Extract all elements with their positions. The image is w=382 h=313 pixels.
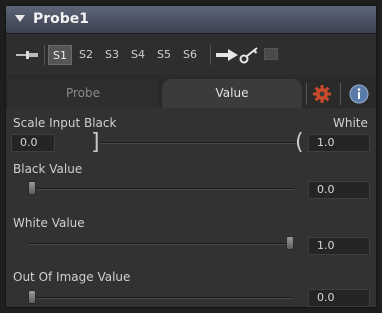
slot-s1[interactable]: S1 [48, 45, 72, 65]
triangle-down-icon[interactable] [15, 15, 25, 22]
tool-panel: Probe1 S1 S2 S3 S4 S5 S6 Probe Value Sca… [5, 5, 377, 308]
toolbar-divider [210, 45, 211, 65]
range-white-handle[interactable]: ( [295, 132, 304, 154]
slot-s5[interactable]: S5 [152, 45, 176, 65]
scale-input-black-label: Scale Input Black [13, 116, 117, 130]
white-value-slider-track[interactable] [28, 243, 294, 245]
out-of-image-value-slider-handle[interactable] [28, 290, 36, 304]
black-value-slider-track[interactable] [28, 188, 294, 190]
tool-title: Probe1 [33, 11, 90, 27]
arrow-right-icon[interactable] [216, 49, 238, 61]
tab-divider [340, 83, 341, 105]
scale-input-white-label: White [333, 116, 368, 130]
scale-input-white-field[interactable]: 1.0 [308, 134, 370, 152]
slot-s2[interactable]: S2 [74, 45, 98, 65]
slot-s6[interactable]: S6 [178, 45, 202, 65]
slot-s4[interactable]: S4 [126, 45, 150, 65]
value-tab-content: Scale Input Black White 0.0 ] ( 1.0 Blac… [6, 108, 376, 307]
out-of-image-value-label: Out Of Image Value [13, 270, 131, 284]
tool-header[interactable]: Probe1 [6, 6, 376, 34]
scale-input-black-field[interactable]: 0.0 [11, 134, 55, 152]
black-value-field[interactable]: 0.0 [308, 181, 370, 199]
out-of-image-value-field[interactable]: 0.0 [308, 289, 370, 307]
tab-bar: Probe Value [6, 75, 376, 108]
tab-probe[interactable]: Probe [8, 79, 158, 108]
toolbar: S1 S2 S3 S4 S5 S6 [6, 35, 376, 75]
white-value-slider-handle[interactable] [286, 236, 294, 250]
black-value-label: Black Value [13, 162, 83, 176]
out-of-image-value-slider-track[interactable] [28, 297, 294, 299]
white-value-field[interactable]: 1.0 [308, 237, 370, 255]
black-value-slider-handle[interactable] [28, 181, 36, 195]
range-black-handle[interactable]: ] [91, 132, 100, 154]
range-track[interactable] [100, 142, 296, 144]
screen-icon[interactable] [264, 48, 278, 60]
key-icon[interactable] [239, 46, 261, 64]
tab-value[interactable]: Value [162, 79, 302, 108]
white-value-label: White Value [13, 216, 85, 230]
pin-icon[interactable] [16, 50, 38, 60]
slot-s3[interactable]: S3 [100, 45, 124, 65]
info-icon[interactable] [349, 84, 369, 104]
tab-divider [306, 83, 307, 105]
toolbar-divider [44, 45, 45, 65]
gear-icon[interactable] [312, 84, 332, 104]
